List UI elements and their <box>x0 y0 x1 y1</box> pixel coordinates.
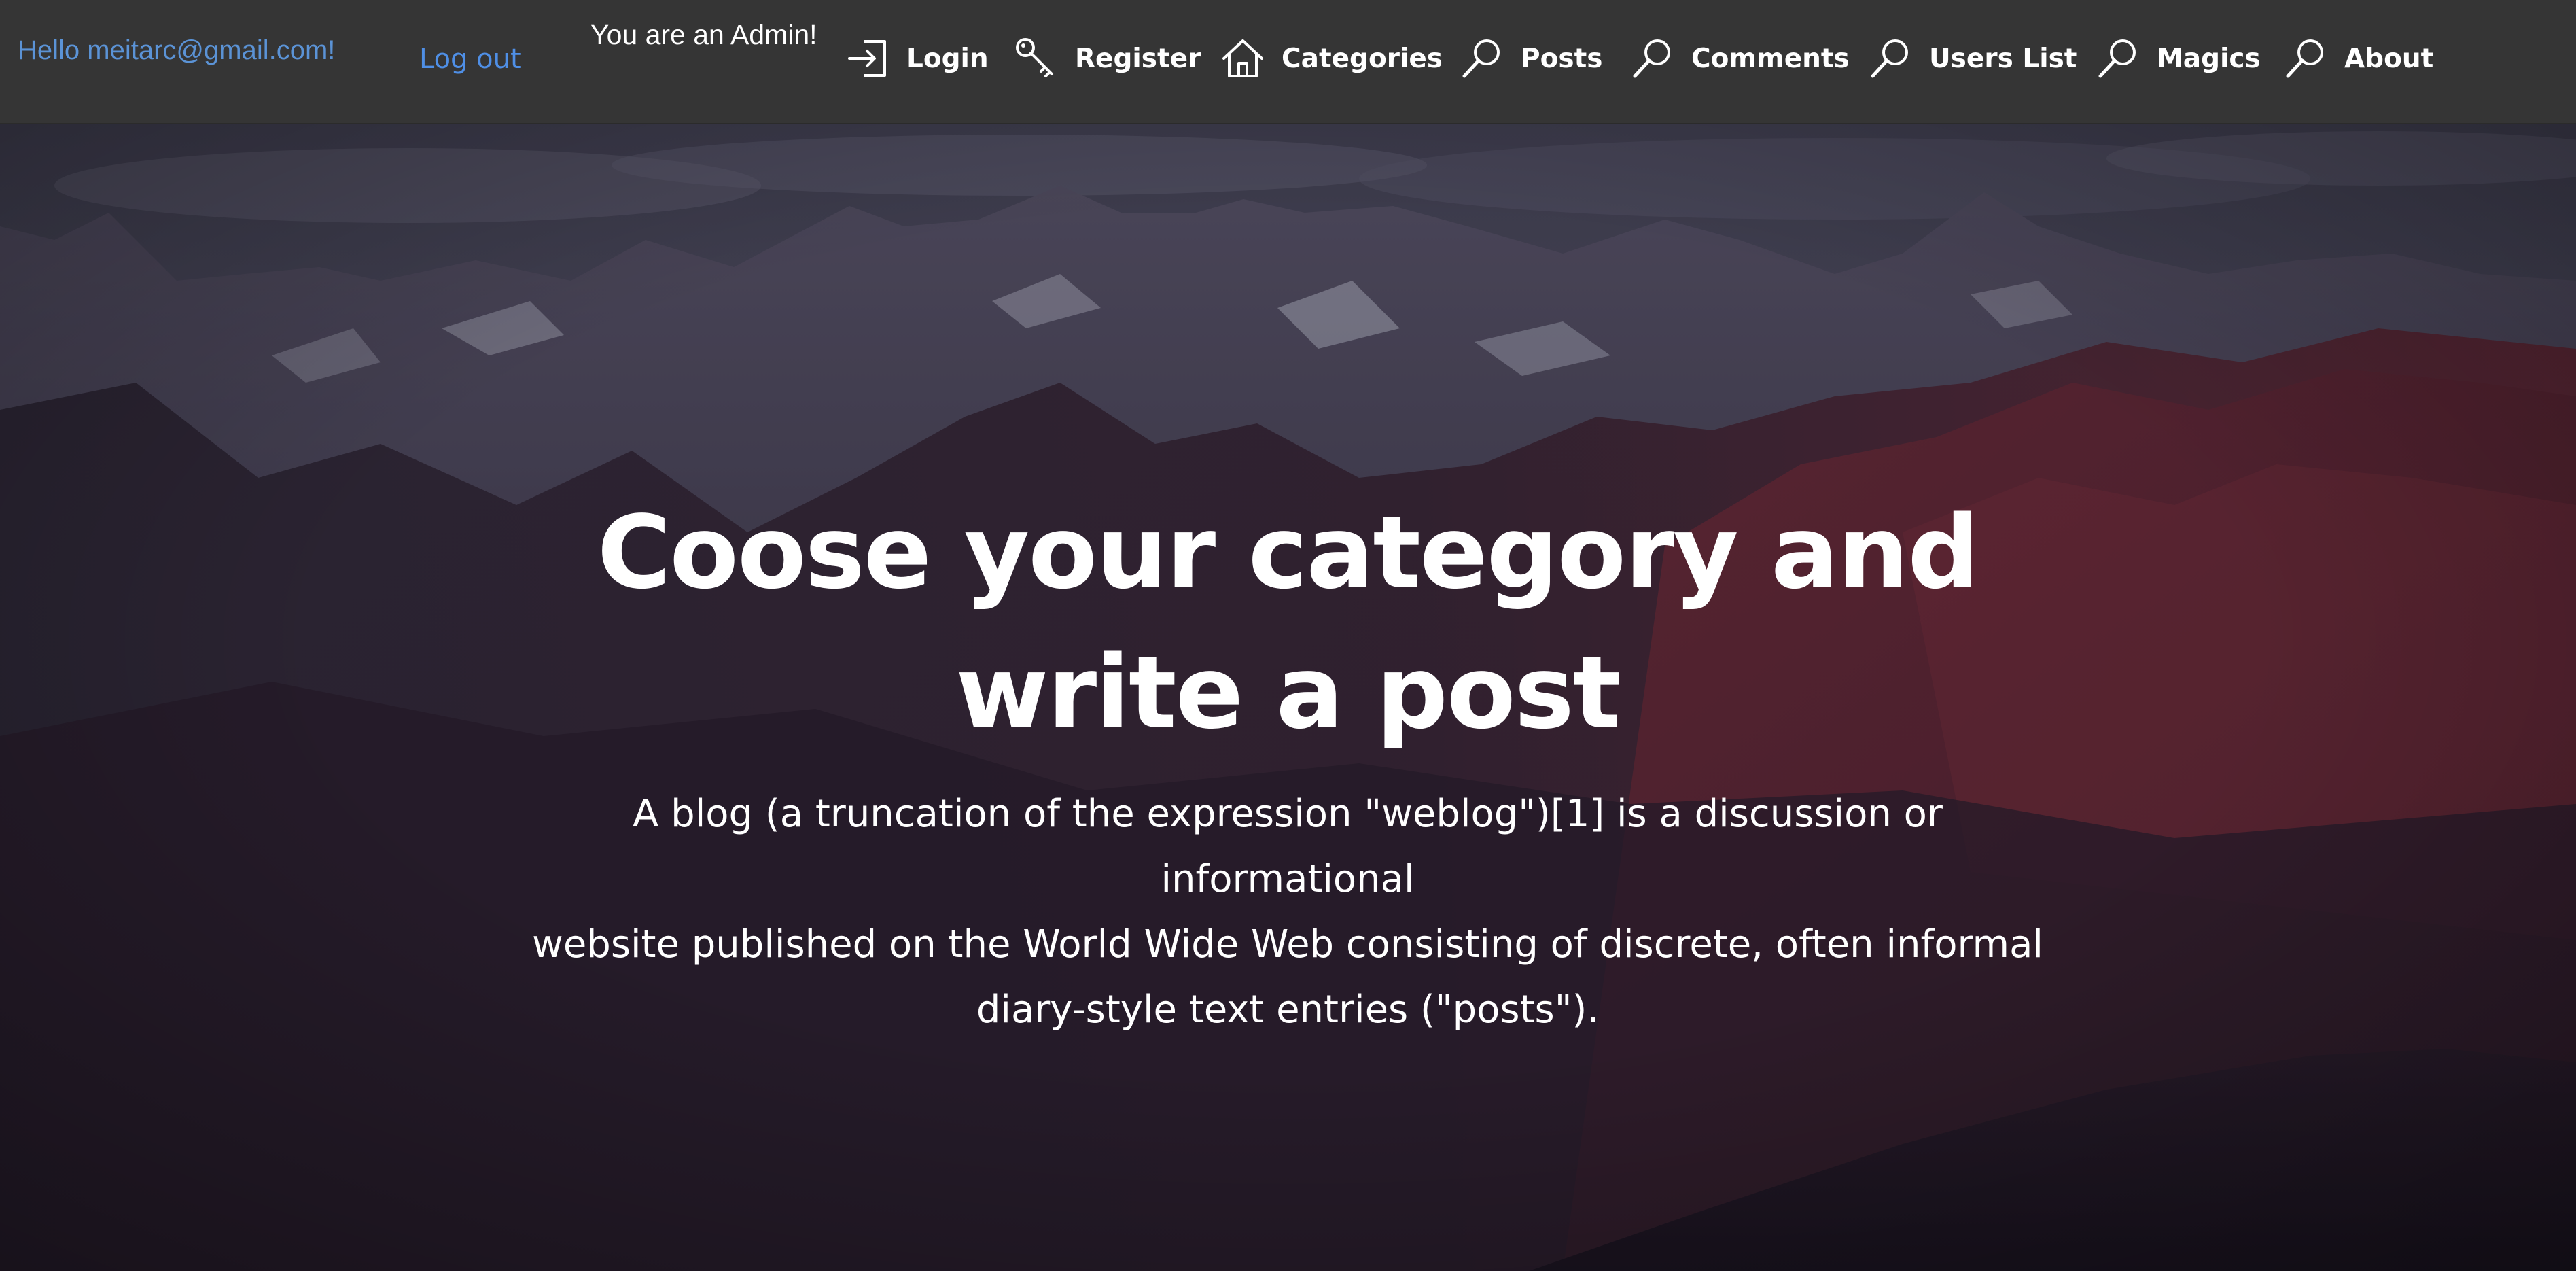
nav-item-comments[interactable]: Comments <box>1630 33 1850 84</box>
hero-title-line: Coose your category and <box>597 494 1980 611</box>
hero-content: Coose your category and write a post A b… <box>0 124 2576 1271</box>
nav-item-label: Comments <box>1691 43 1850 74</box>
hero-title-line: write a post <box>955 634 1621 751</box>
nav-item-posts[interactable]: Posts <box>1460 33 1602 84</box>
nav-item-login[interactable]: Login <box>845 33 989 84</box>
navbar: Hello meitarc@gmail.com! Log out You are… <box>0 0 2576 124</box>
nav-item-label: Login <box>906 43 989 74</box>
nav-item-label: Categories <box>1282 43 1443 74</box>
search-icon <box>1633 39 1670 78</box>
nav-item-categories[interactable]: Categories <box>1220 33 1443 84</box>
user-greeting: Hello meitarc@gmail.com! <box>18 35 336 65</box>
hero-description-line: website published on the World Wide Web … <box>532 922 2043 967</box>
key-icon <box>1016 38 1053 77</box>
hero-description-line: A blog (a truncation of the expression "… <box>633 792 1943 901</box>
search-icon <box>1871 39 1908 78</box>
nav-item-label: About <box>2344 43 2434 74</box>
page: Hello meitarc@gmail.com! Log out You are… <box>0 0 2576 1271</box>
hero-section: Coose your category and write a post A b… <box>0 124 2576 1271</box>
hero-title: Coose your category and write a post <box>472 483 2103 763</box>
admin-status-text: You are an Admin! <box>590 19 817 50</box>
home-icon <box>1222 39 1263 77</box>
nav-item-label: Users List <box>1929 43 2077 74</box>
search-icon <box>2098 39 2136 78</box>
login-icon <box>848 40 886 77</box>
nav-item-magics[interactable]: Magics <box>2096 33 2261 84</box>
nav-item-label: Posts <box>1521 43 1603 74</box>
nav-item-register[interactable]: Register <box>1014 33 1201 84</box>
nav-item-about[interactable]: About <box>2283 33 2433 84</box>
hero-description: A blog (a truncation of the expression "… <box>506 782 2069 1043</box>
nav-item-label: Register <box>1075 43 1201 74</box>
nav-item-label: Magics <box>2157 43 2261 74</box>
search-icon <box>1462 39 1500 78</box>
search-icon <box>2286 39 2323 78</box>
logout-link[interactable]: Log out <box>419 43 521 75</box>
nav-item-users-list[interactable]: Users List <box>1868 33 2077 84</box>
hero-description-line: diary-style text entries ("posts"). <box>976 988 1600 1032</box>
